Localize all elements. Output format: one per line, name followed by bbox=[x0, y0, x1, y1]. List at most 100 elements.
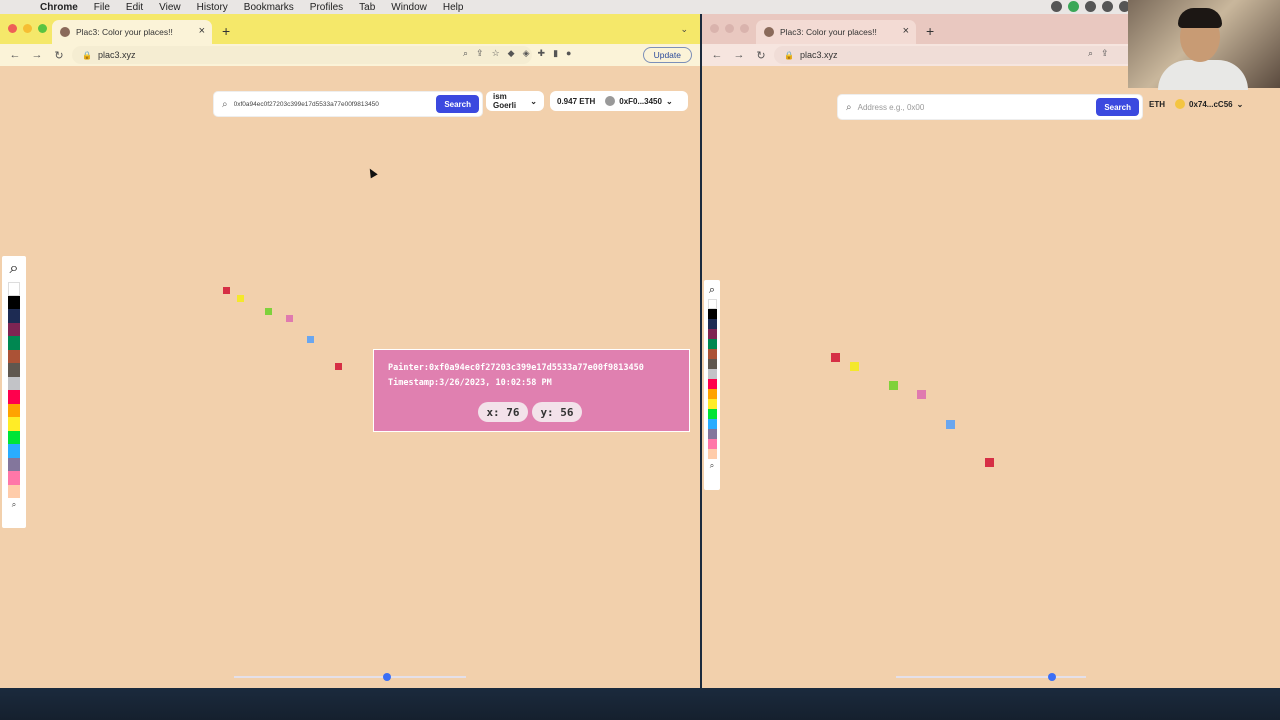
share-icon[interactable]: ⇪ bbox=[476, 48, 484, 59]
color-swatch[interactable] bbox=[707, 319, 717, 329]
close-tab-icon[interactable]: × bbox=[903, 25, 909, 37]
color-swatch[interactable] bbox=[707, 369, 717, 379]
tab-plac3[interactable]: Plac3: Color your places!! × bbox=[756, 20, 916, 44]
menu-tab[interactable]: Tab bbox=[359, 2, 375, 13]
color-swatch[interactable] bbox=[8, 430, 20, 444]
color-swatch[interactable] bbox=[8, 336, 20, 350]
update-button[interactable]: Update bbox=[642, 47, 692, 63]
menu-file[interactable]: File bbox=[94, 2, 110, 13]
minimize-window-button[interactable] bbox=[23, 24, 32, 33]
color-swatch[interactable] bbox=[707, 439, 717, 449]
color-swatch[interactable] bbox=[8, 390, 20, 404]
color-swatch[interactable] bbox=[8, 403, 20, 417]
new-tab-icon[interactable]: + bbox=[926, 23, 934, 39]
zoom-search-icon[interactable]: ⌕ bbox=[10, 260, 19, 278]
menu-help[interactable]: Help bbox=[443, 2, 464, 13]
close-tab-icon[interactable]: × bbox=[199, 25, 205, 37]
painted-pixel[interactable] bbox=[985, 458, 994, 467]
extension-icon[interactable]: ◆ bbox=[508, 48, 515, 59]
menu-history[interactable]: History bbox=[197, 2, 228, 13]
slider-knob[interactable] bbox=[1047, 673, 1056, 681]
search-input[interactable]: Address e.g., 0x00 bbox=[858, 103, 1097, 112]
color-swatch[interactable] bbox=[8, 322, 20, 336]
painted-pixel[interactable] bbox=[335, 363, 342, 370]
color-swatch[interactable] bbox=[8, 282, 20, 296]
painted-pixel[interactable] bbox=[946, 420, 955, 429]
metamask-icon[interactable]: ◈ bbox=[523, 48, 530, 59]
tab-search-chevron-icon[interactable]: ⌄ bbox=[680, 24, 688, 35]
forward-icon[interactable]: → bbox=[30, 49, 44, 61]
menu-edit[interactable]: Edit bbox=[126, 2, 143, 13]
bookmark-star-icon[interactable]: ☆ bbox=[492, 48, 500, 59]
menu-app[interactable]: Chrome bbox=[40, 2, 78, 13]
sidepanel-icon[interactable]: ▮ bbox=[553, 48, 558, 59]
color-swatch[interactable] bbox=[8, 457, 20, 471]
painted-pixel[interactable] bbox=[850, 362, 859, 371]
painted-pixel[interactable] bbox=[917, 390, 926, 399]
color-swatch[interactable] bbox=[8, 309, 20, 323]
zoom-slider[interactable] bbox=[896, 673, 1086, 681]
status-icon[interactable] bbox=[1068, 1, 1079, 12]
color-swatch[interactable] bbox=[707, 449, 717, 459]
maximize-window-button[interactable] bbox=[740, 24, 749, 33]
zoom-icon[interactable]: ⌕ bbox=[1088, 48, 1093, 59]
back-icon[interactable]: ← bbox=[8, 49, 22, 61]
puzzle-icon[interactable]: ✚ bbox=[538, 48, 546, 59]
menu-profiles[interactable]: Profiles bbox=[310, 2, 343, 13]
search-input[interactable]: 0xf0a94ec0f27203c399e17d5533a77e00f98134… bbox=[234, 101, 437, 108]
minimize-window-button[interactable] bbox=[725, 24, 734, 33]
wallet-chip[interactable]: ETH 0x74...cC56 ⌄ bbox=[1142, 94, 1278, 114]
menu-window[interactable]: Window bbox=[391, 2, 427, 13]
color-swatch[interactable] bbox=[8, 363, 20, 377]
color-swatch[interactable] bbox=[8, 349, 20, 363]
painted-pixel[interactable] bbox=[307, 336, 314, 343]
painted-pixel[interactable] bbox=[286, 315, 293, 322]
back-icon[interactable]: ← bbox=[710, 49, 724, 61]
painted-pixel[interactable] bbox=[223, 287, 230, 294]
color-swatch[interactable] bbox=[707, 429, 717, 439]
color-swatch[interactable] bbox=[707, 389, 717, 399]
share-icon[interactable]: ⇪ bbox=[1101, 48, 1109, 59]
profile-avatar-icon[interactable]: ● bbox=[566, 48, 571, 59]
search-button[interactable]: Search bbox=[1096, 98, 1139, 116]
zoom-icon[interactable]: ⌕ bbox=[12, 500, 16, 510]
color-swatch[interactable] bbox=[707, 339, 717, 349]
menu-view[interactable]: View bbox=[159, 2, 181, 13]
slider-knob[interactable] bbox=[383, 673, 392, 681]
color-swatch[interactable] bbox=[707, 399, 717, 409]
menu-bookmarks[interactable]: Bookmarks bbox=[244, 2, 294, 13]
close-window-button[interactable] bbox=[710, 24, 719, 33]
color-swatch[interactable] bbox=[8, 471, 20, 485]
color-swatch[interactable] bbox=[8, 376, 20, 390]
status-icon[interactable] bbox=[1102, 1, 1113, 12]
painted-pixel[interactable] bbox=[889, 381, 898, 390]
painted-pixel[interactable] bbox=[237, 295, 244, 302]
color-swatch[interactable] bbox=[707, 419, 717, 429]
maximize-window-button[interactable] bbox=[38, 24, 47, 33]
color-swatch[interactable] bbox=[707, 329, 717, 339]
close-window-button[interactable] bbox=[8, 24, 17, 33]
color-swatch[interactable] bbox=[707, 309, 717, 319]
new-tab-icon[interactable]: + bbox=[222, 23, 230, 39]
forward-icon[interactable]: → bbox=[732, 49, 746, 61]
tab-plac3[interactable]: Plac3: Color your places!! × bbox=[52, 20, 212, 44]
wallet-chip[interactable]: 0.947 ETH 0xF0...3450 ⌄ bbox=[550, 91, 688, 111]
zoom-search-icon[interactable]: ⌕ bbox=[709, 284, 715, 297]
painted-pixel[interactable] bbox=[831, 353, 840, 362]
zoom-slider[interactable] bbox=[234, 673, 466, 681]
color-swatch[interactable] bbox=[707, 379, 717, 389]
color-swatch[interactable] bbox=[8, 444, 20, 458]
zoom-icon[interactable]: ⌕ bbox=[463, 48, 468, 59]
status-icon[interactable] bbox=[1051, 1, 1062, 12]
color-swatch[interactable] bbox=[8, 417, 20, 431]
color-swatch[interactable] bbox=[707, 349, 717, 359]
color-swatch[interactable] bbox=[8, 295, 20, 309]
color-swatch[interactable] bbox=[707, 409, 717, 419]
zoom-icon[interactable]: ⌕ bbox=[710, 461, 714, 471]
search-button[interactable]: Search bbox=[436, 95, 479, 113]
painted-pixel[interactable] bbox=[265, 308, 272, 315]
network-selector[interactable]: ism Goerli ⌄ bbox=[486, 91, 544, 111]
color-swatch[interactable] bbox=[707, 359, 717, 369]
status-icon[interactable] bbox=[1085, 1, 1096, 12]
color-swatch[interactable] bbox=[707, 299, 717, 309]
